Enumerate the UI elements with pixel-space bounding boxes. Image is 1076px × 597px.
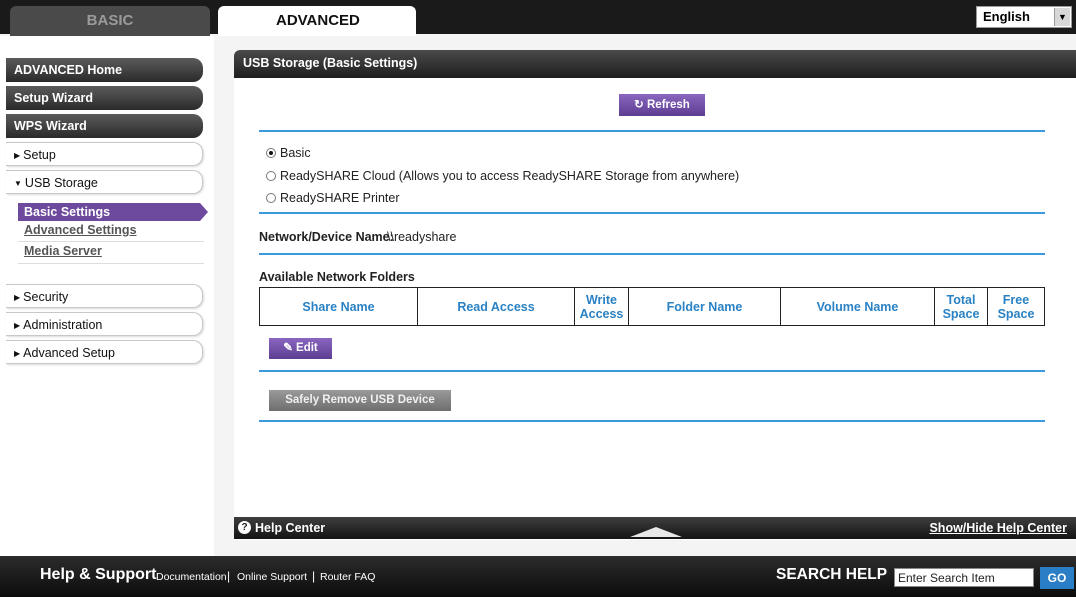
help-center-toggle-arrow-icon[interactable] [630, 527, 682, 537]
left-nav: ADVANCED Home Setup Wizard WPS Wizard ▶ S… [0, 36, 214, 556]
refresh-label: Refresh [647, 99, 690, 111]
network-folders-label: Available Network Folders [259, 270, 415, 284]
nav-administration-label: Administration [23, 318, 103, 332]
triangle-right-icon: ▶ [14, 151, 21, 160]
column-header-free-space: Free Space [997, 292, 1035, 321]
radio-button[interactable] [266, 171, 276, 181]
show-hide-help-center-link[interactable]: Show/Hide Help Center [929, 517, 1067, 539]
search-help-label: SEARCH HELP [776, 566, 888, 583]
network-folders-table: Share Name Read Access Write Access Fold… [259, 287, 1045, 326]
divider [259, 130, 1045, 132]
online-support-link[interactable]: Online Support [237, 571, 307, 583]
nav-security-label: Security [23, 290, 69, 304]
radio-basic-label: Basic [280, 146, 311, 160]
link-separator: | [312, 569, 316, 583]
main-panel: USB Storage (Basic Settings) ↻ Refresh B… [234, 50, 1076, 540]
triangle-down-icon: ▼ [14, 179, 22, 188]
column-header-volume-name: Volume Name [781, 288, 935, 325]
safely-remove-usb-button[interactable]: Safely Remove USB Device [269, 390, 451, 411]
router-faq-link[interactable]: Router FAQ [320, 571, 375, 583]
tab-basic[interactable]: BASIC [10, 6, 210, 36]
column-header-write-access: Write Access [575, 288, 629, 325]
help-center-bar: ? Help Center Show/Hide Help Center [234, 517, 1076, 539]
radio-readyshare-cloud-label: ReadySHARE Cloud (Allows you to access R… [280, 169, 740, 183]
nav-wps-wizard[interactable]: WPS Wizard [6, 114, 203, 138]
language-select[interactable]: English ▼ [976, 6, 1072, 28]
refresh-icon: ↻ [634, 99, 644, 111]
nav-usb-storage-label: USB Storage [24, 176, 98, 190]
edit-label: Edit [296, 342, 318, 354]
subnav-divider [18, 263, 204, 264]
device-name-value: \\readyshare [387, 230, 457, 244]
footer: Help & Support Documentation | Online Su… [0, 556, 1076, 597]
select-arrow-icon[interactable]: ▼ [1054, 8, 1070, 26]
edit-button[interactable]: ✎ Edit [269, 338, 332, 359]
tab-advanced[interactable]: ADVANCED [218, 6, 416, 36]
radio-basic[interactable]: Basic [266, 146, 311, 160]
subnav-divider [18, 241, 204, 242]
nav-setup-wizard[interactable]: Setup Wizard [6, 86, 203, 110]
nav-usb-storage[interactable]: ▼ USB Storage [6, 170, 203, 194]
nav-setup-label: Setup [23, 148, 56, 162]
radio-readyshare-printer[interactable]: ReadySHARE Printer [266, 191, 400, 205]
link-separator: | [227, 569, 231, 583]
help-icon: ? [238, 521, 251, 534]
language-selected: English [983, 9, 1030, 24]
divider [259, 253, 1045, 255]
nav-advanced-setup-label: Advanced Setup [23, 346, 115, 360]
triangle-right-icon: ▶ [14, 349, 21, 358]
documentation-link[interactable]: Documentation [156, 571, 227, 583]
column-header-share-name: Share Name [260, 288, 418, 325]
device-name-label: Network/Device Name: [259, 230, 394, 244]
radio-readyshare-cloud[interactable]: ReadySHARE Cloud (Allows you to access R… [266, 169, 739, 183]
top-bar: BASIC ADVANCED English ▼ [0, 0, 1076, 36]
subnav-media-server[interactable]: Media Server [24, 244, 102, 258]
triangle-right-icon: ▶ [14, 321, 21, 330]
nav-setup[interactable]: ▶ Setup [6, 142, 203, 166]
divider [259, 420, 1045, 422]
help-support-title: Help & Support [40, 566, 157, 583]
subnav-advanced-settings[interactable]: Advanced Settings [24, 223, 137, 237]
divider [259, 370, 1045, 372]
refresh-button[interactable]: ↻ Refresh [619, 94, 705, 116]
go-button[interactable]: GO [1040, 567, 1074, 589]
search-help-input[interactable] [894, 568, 1034, 587]
column-header-total-space: Total Space [935, 288, 988, 325]
nav-administration[interactable]: ▶ Administration [6, 312, 203, 336]
divider [259, 212, 1045, 214]
column-header-folder-name: Folder Name [629, 288, 781, 325]
nav-advanced-setup[interactable]: ▶ Advanced Setup [6, 340, 203, 364]
radio-readyshare-printer-label: ReadySHARE Printer [280, 191, 400, 205]
help-center-label[interactable]: Help Center [255, 517, 325, 539]
radio-button[interactable] [266, 193, 276, 203]
tab-advanced-label: ADVANCED [276, 12, 360, 29]
nav-advanced-home[interactable]: ADVANCED Home [6, 58, 203, 82]
page-title: USB Storage (Basic Settings) [234, 50, 1076, 78]
triangle-right-icon: ▶ [14, 293, 21, 302]
column-header-read-access: Read Access [418, 288, 575, 325]
pencil-icon: ✎ [283, 342, 293, 354]
radio-button-checked[interactable] [266, 148, 276, 158]
nav-security[interactable]: ▶ Security [6, 284, 203, 308]
subnav-basic-settings[interactable]: Basic Settings [18, 203, 208, 221]
